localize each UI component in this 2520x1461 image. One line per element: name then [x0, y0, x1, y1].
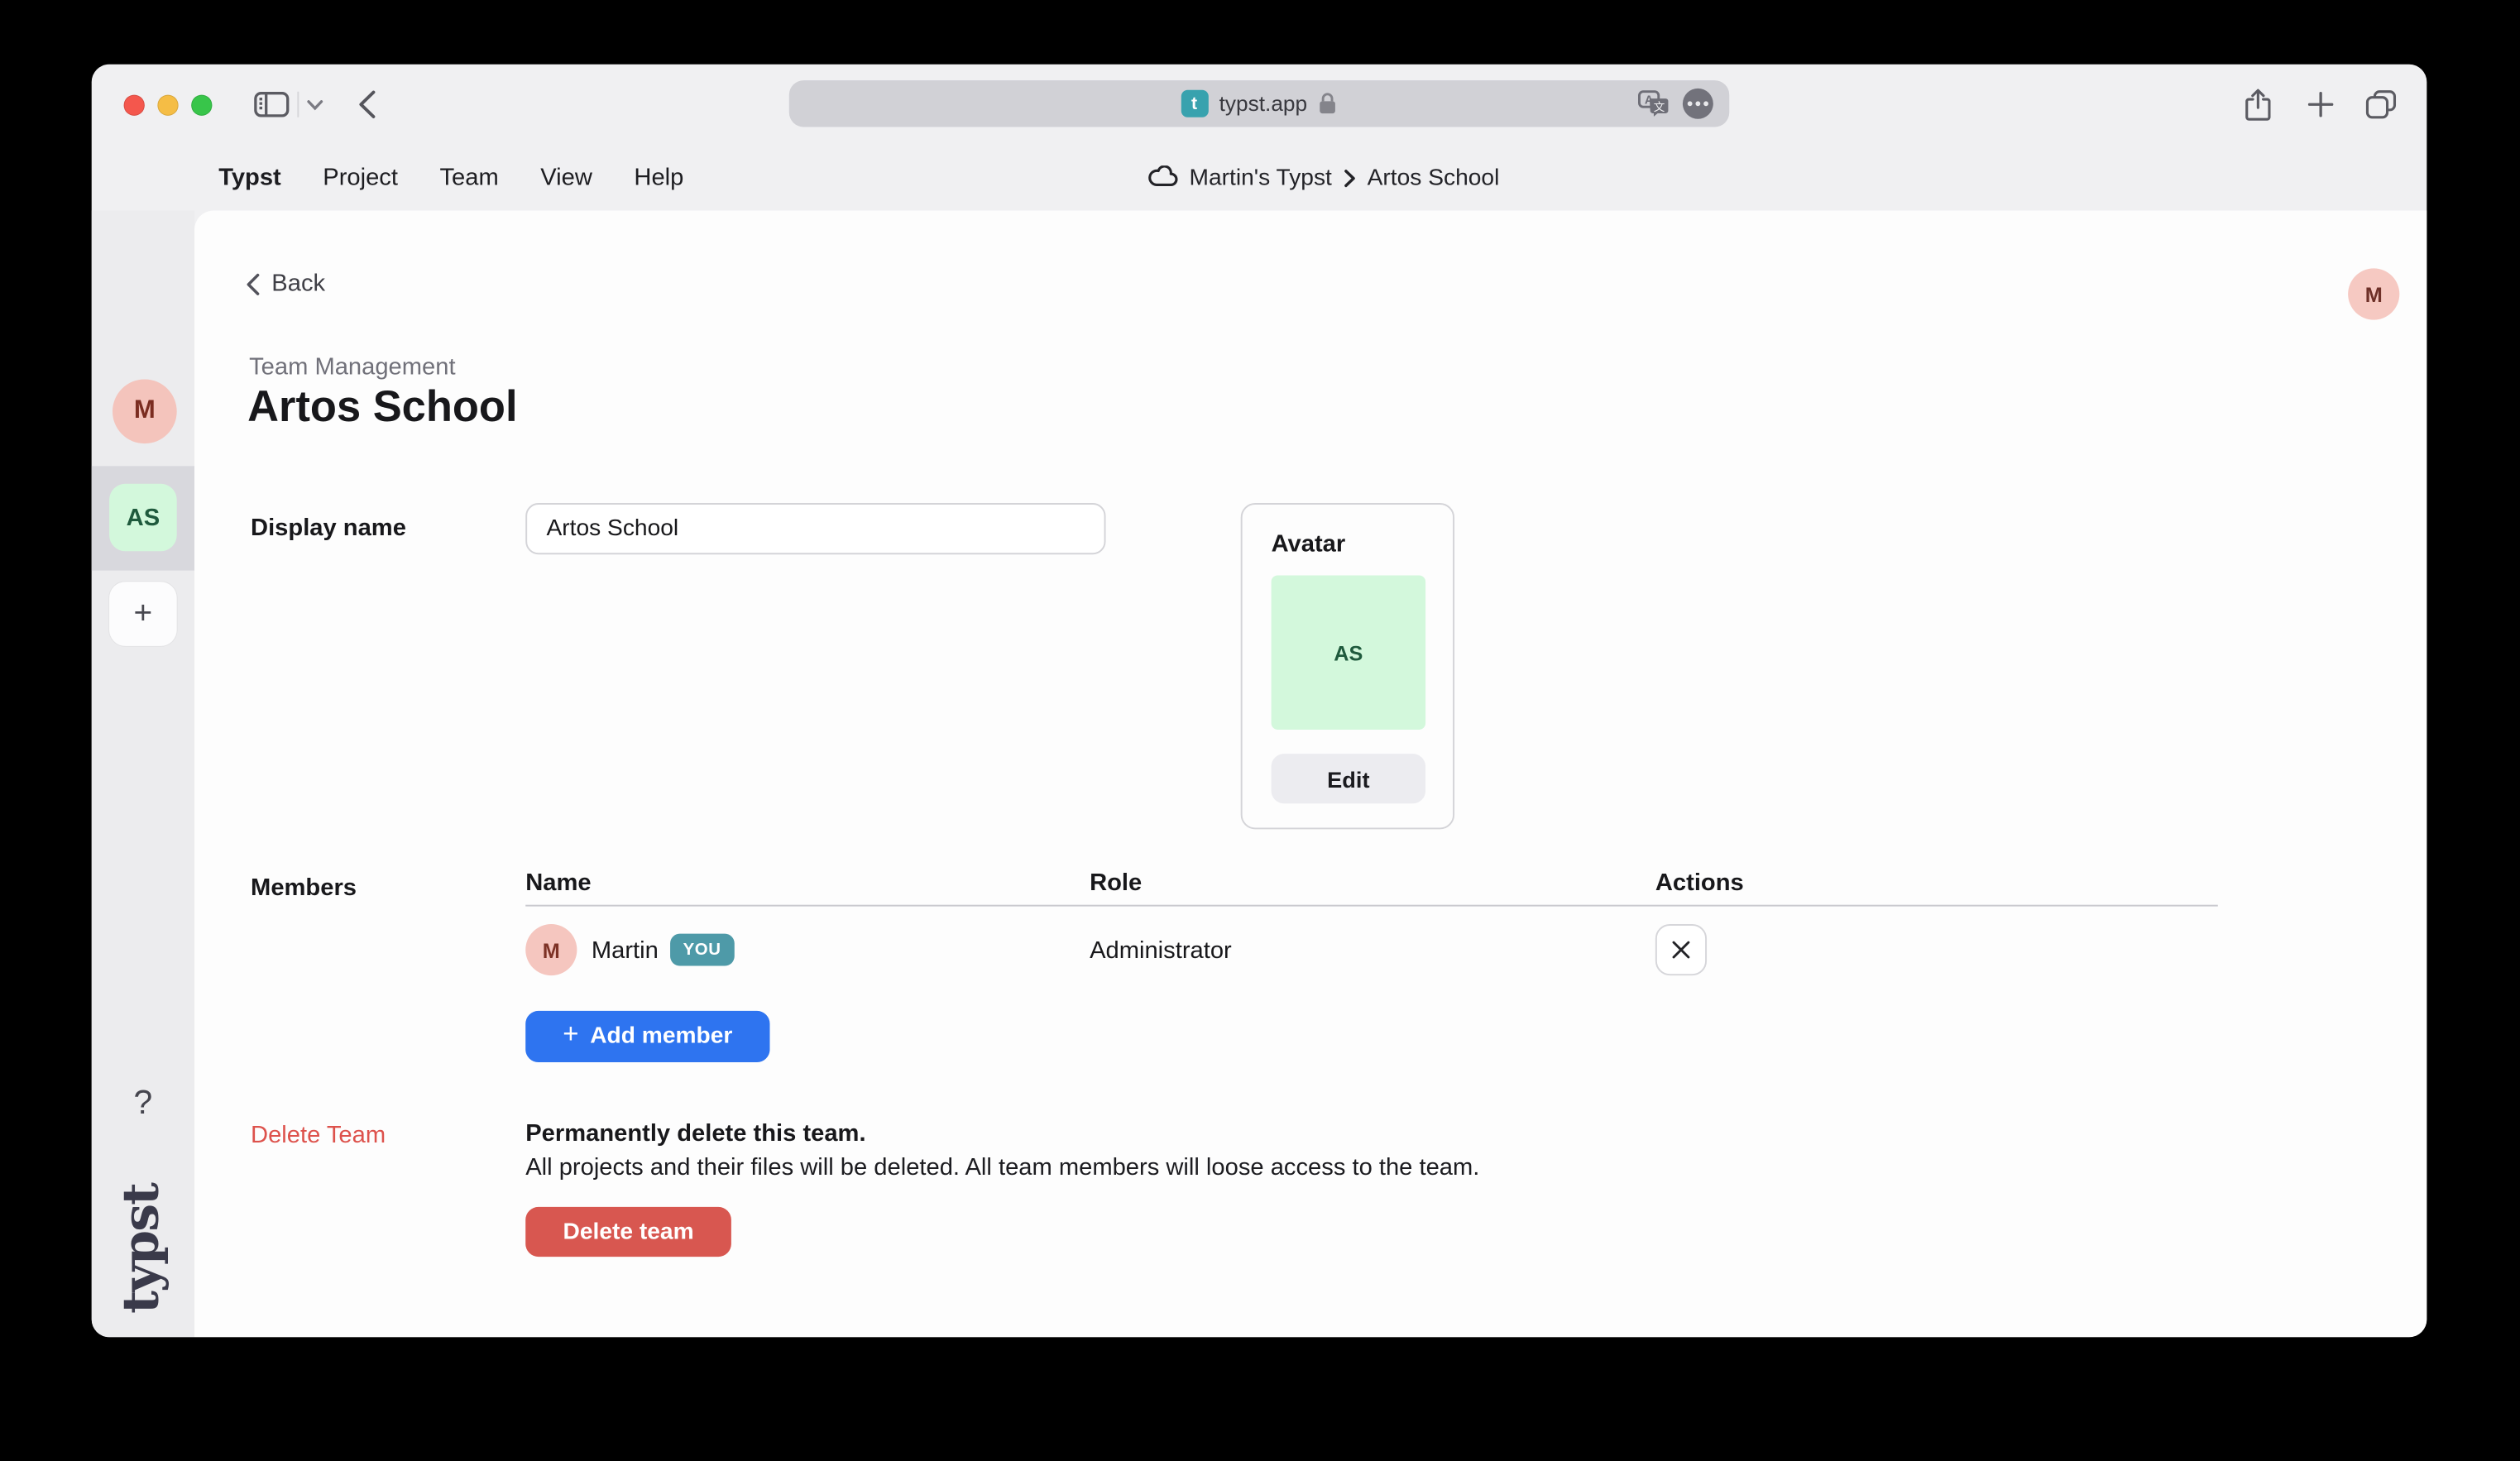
- page-subtitle: Team Management: [249, 353, 455, 381]
- menu-item-help[interactable]: Help: [634, 164, 683, 191]
- tab-overview-icon[interactable]: [2366, 90, 2397, 119]
- delete-team-label: Delete Team: [251, 1122, 386, 1149]
- member-avatar: M: [525, 924, 577, 975]
- you-badge: YOU: [670, 934, 734, 966]
- page-title: Artos School: [247, 382, 517, 432]
- avatar-card-title: Avatar: [1272, 530, 1346, 558]
- delete-warning-title: Permanently delete this team.: [525, 1120, 865, 1147]
- typst-logo: typst: [114, 1161, 169, 1338]
- sidebar-toggle-icon[interactable]: [254, 92, 290, 117]
- display-name-input[interactable]: [525, 503, 1105, 554]
- breadcrumb: Martin's Typst Artos School: [1146, 145, 1499, 211]
- edit-avatar-button[interactable]: Edit: [1272, 754, 1425, 803]
- user-menu-avatar[interactable]: M: [2348, 268, 2399, 319]
- page-settings-icon[interactable]: [1683, 89, 1713, 119]
- breadcrumb-separator-icon: [1343, 168, 1356, 187]
- cloud-icon: [1146, 165, 1178, 190]
- menu-item-typst[interactable]: Typst: [218, 164, 281, 191]
- display-name-label: Display name: [251, 515, 406, 542]
- back-button[interactable]: Back: [246, 270, 325, 297]
- address-bar[interactable]: t typst.app A: [789, 80, 1729, 127]
- close-window-button[interactable]: [124, 95, 145, 116]
- breadcrumb-workspace[interactable]: Martin's Typst: [1190, 165, 1332, 190]
- minimize-window-button[interactable]: [157, 95, 178, 116]
- menu-item-team[interactable]: Team: [439, 164, 498, 191]
- app-menu-row: Typst Project Team View Help Martin's Ty…: [92, 145, 2427, 211]
- sidebar-team-avatar[interactable]: AS: [109, 484, 177, 552]
- remove-member-button[interactable]: [1655, 924, 1707, 975]
- lock-icon: [1319, 92, 1338, 116]
- add-member-label: Add member: [590, 1023, 732, 1049]
- translate-icon[interactable]: A 文: [1638, 90, 1672, 117]
- new-tab-icon[interactable]: [2308, 92, 2334, 117]
- close-icon: [1671, 940, 1690, 959]
- url-text: typst.app: [1219, 92, 1307, 116]
- back-chevron-icon: [246, 272, 260, 295]
- plus-icon: +: [563, 1019, 578, 1051]
- sidebar-add-team-button[interactable]: +: [109, 582, 177, 646]
- team-management-panel: Back M Team Management Artos School Disp…: [194, 210, 2427, 1337]
- sidebar-account-avatar[interactable]: M: [113, 379, 177, 443]
- delete-team-button[interactable]: Delete team: [525, 1207, 731, 1257]
- chevron-down-icon[interactable]: [307, 99, 323, 111]
- workspace-sidebar: M AS + ? typst: [92, 210, 194, 1337]
- delete-warning-body: All projects and their files will be del…: [525, 1154, 1479, 1181]
- zoom-window-button[interactable]: [191, 95, 212, 116]
- share-icon[interactable]: [2245, 89, 2271, 122]
- browser-window: t typst.app A: [92, 65, 2427, 1338]
- site-favicon: t: [1181, 90, 1208, 117]
- back-label: Back: [271, 270, 325, 297]
- column-header-role: Role: [1090, 869, 1142, 897]
- help-icon[interactable]: ?: [92, 1085, 194, 1123]
- member-role: Administrator: [1090, 937, 1232, 965]
- add-member-button[interactable]: + Add member: [525, 1011, 769, 1062]
- avatar-card: Avatar AS Edit: [1241, 503, 1454, 829]
- column-header-name: Name: [525, 869, 591, 897]
- app-menu: Typst Project Team View Help: [218, 145, 683, 211]
- table-divider: [525, 905, 2218, 907]
- member-name: Martin: [592, 937, 659, 965]
- screenshot-stage: t typst.app A: [0, 0, 2520, 1461]
- back-navigation-icon[interactable]: [358, 90, 376, 119]
- menu-item-view[interactable]: View: [540, 164, 592, 191]
- breadcrumb-page: Artos School: [1368, 165, 1500, 190]
- svg-text:文: 文: [1654, 101, 1665, 114]
- column-header-actions: Actions: [1655, 869, 1744, 897]
- members-label: Members: [251, 874, 357, 902]
- toolbar-divider: [297, 92, 299, 117]
- team-avatar-preview: AS: [1272, 575, 1425, 729]
- address-bar-content: t typst.app: [789, 80, 1729, 127]
- menu-item-project[interactable]: Project: [323, 164, 398, 191]
- browser-toolbar: t typst.app A: [92, 65, 2427, 145]
